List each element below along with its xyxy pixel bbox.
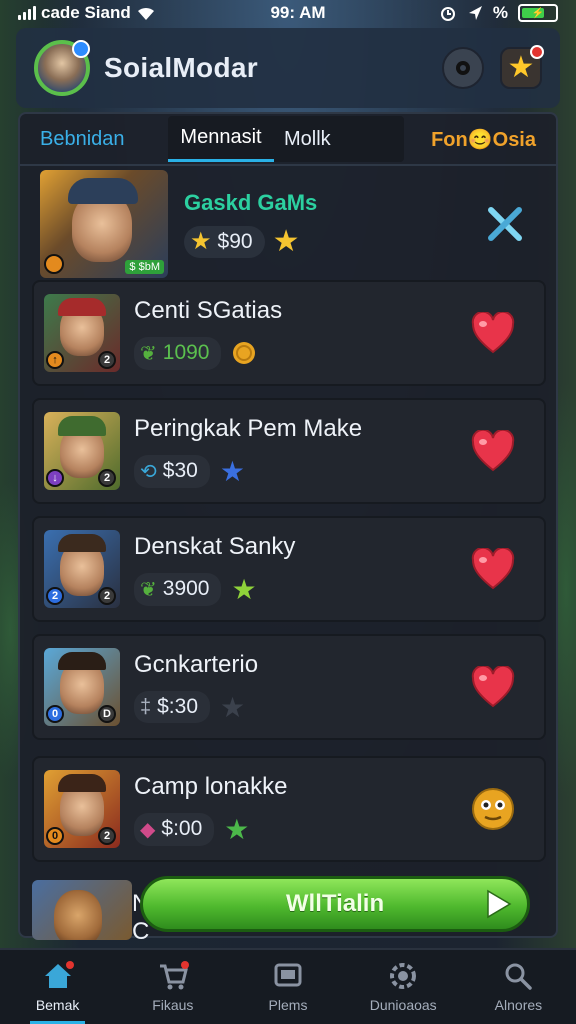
item-thumbnail: ↓ 2 [44,412,120,490]
nav-search[interactable]: Alnores [461,950,576,1024]
settings-button[interactable] [442,47,484,89]
leaf-icon: ❦ [140,578,157,601]
favorite-button[interactable] [470,310,516,356]
favorite-button[interactable] [470,428,516,474]
item-thumbnail: 02 [44,770,120,848]
list-item[interactable]: ↑ 2 Centi SGatias ❦ 1090 [32,280,546,386]
play-icon [483,889,513,919]
app-header: SoialModar ★ [16,28,560,108]
settings-icon [456,61,470,75]
tab-mollk[interactable]: Mollk [274,116,404,162]
featured-item[interactable]: $ $bM Gaskd GaMs ★ $90 ★ [40,169,540,279]
gear-icon [387,961,419,991]
nav-settings-label: Dunioaoas [369,997,437,1013]
leaf-icon: ❦ [140,342,157,365]
tab-fonosia[interactable]: Fon😊Osia [421,116,546,162]
green-star-icon: ★ [231,573,257,605]
ruler-icon: ‡ [140,695,152,718]
avatar[interactable] [34,40,90,96]
nav-cart-dot [180,961,189,969]
nav-home[interactable]: Bemak [0,950,115,1024]
main-panel: Bebnidan Mennasit Mollk Fon😊Osia $ $bM G… [18,112,558,945]
favorites-button[interactable]: ★ [500,45,544,89]
coin-icon [233,342,256,364]
cart-icon [157,961,189,991]
list-item[interactable]: ↓ 2 Peringkak Pem Make ⟲ $30 ★ [32,398,546,504]
heart-icon [471,666,515,708]
wifi-icon [137,7,154,21]
heart-icon [471,430,515,472]
item-thumbnail: 22 [44,530,120,608]
item-thumbnail: ↑ 2 [44,294,120,372]
featured-name: Gaskd GaMs [184,190,318,215]
favorite-button[interactable] [470,546,516,592]
item-value: ❦ 3900 [134,572,222,606]
avatar-badge-icon [72,40,90,58]
bonus-star-icon: ★ [272,225,300,258]
gem-icon: ◆ [140,818,156,841]
home-icon [42,961,74,991]
nav-home-label: Bemak [35,997,80,1013]
link-icon: ⟲ [140,460,157,483]
favorite-button[interactable] [470,664,516,710]
item-thumbnail: 0D [44,648,120,726]
nav-screens-label: Plems [268,997,308,1013]
gold-star-icon: ★ [190,228,212,255]
crossed-tools-icon [488,207,522,241]
item-name: Denskat Sanky [134,532,296,560]
carrier-label: cade Siand [41,3,131,22]
tab-bebnidan[interactable]: Bebnidan [30,116,160,162]
favorites-star-icon: ★ [507,51,535,84]
percent-label: % [492,3,508,22]
clock: 99: AM [270,3,326,22]
item-name: Centi SGatias [134,296,283,324]
heart-icon [471,548,515,590]
heart-icon [471,312,515,354]
item-value: ❦ 1090 [134,336,222,370]
battery-icon: ⚡ [518,4,558,22]
tab-bar: Bebnidan Mennasit Mollk Fon😊Osia [20,114,556,166]
item-value: ⟲ $30 [134,454,210,488]
cta-label: WllTialin [285,890,385,917]
nav-cart-label: Fikaus [152,997,194,1013]
item-value: ◆ $:00 [134,812,215,846]
nav-search-label: Alnores [494,997,543,1013]
gray-star-icon: ★ [220,691,246,723]
featured-tag: $ $bM [125,260,164,274]
search-icon [502,961,534,991]
nav-screens[interactable]: Plems [230,950,345,1024]
status-bar: cade Siand 99: AM % ⚡ [0,0,576,26]
item-name: Peringkak Pem Make [134,414,363,442]
cta-button[interactable]: WllTialin [140,876,530,932]
emoji-icon [472,788,514,830]
list-item[interactable]: 22 Denskat Sanky ❦ 3900 ★ [32,516,546,622]
item-value: ‡ $:30 [134,691,210,723]
screen-icon [272,961,304,991]
featured-thumbnail: $ $bM [40,170,168,278]
bottom-nav: Bemak Fikaus Plems Dunioaoas Alnores [0,948,576,1024]
nav-settings[interactable]: Dunioaoas [346,950,461,1024]
emoji-button[interactable] [470,786,516,832]
list-item[interactable]: 02 Camp lonakke ◆ $:00 ★ [32,756,546,862]
green-star-icon: ★ [224,813,250,845]
partial-list-item[interactable] [32,880,132,940]
notification-dot [530,45,544,59]
featured-price-value: $90 [217,230,253,253]
featured-price: ★ $90 [184,226,265,258]
tab-mennasit[interactable]: Mennasit [168,116,274,162]
tools-button[interactable] [480,199,530,249]
item-name: Gcnkarterio [134,650,259,678]
blue-star-icon: ★ [219,455,245,487]
nav-home-dot [65,961,74,969]
signal-icon [18,6,36,20]
location-icon [468,6,482,20]
nav-cart[interactable]: Fikaus [115,950,230,1024]
app-title: SoialModar [104,52,258,83]
item-name: Camp lonakke [134,772,288,800]
list-item[interactable]: 0D Gcnkarterio ‡ $:30 ★ [32,634,546,740]
alarm-icon [440,7,455,21]
